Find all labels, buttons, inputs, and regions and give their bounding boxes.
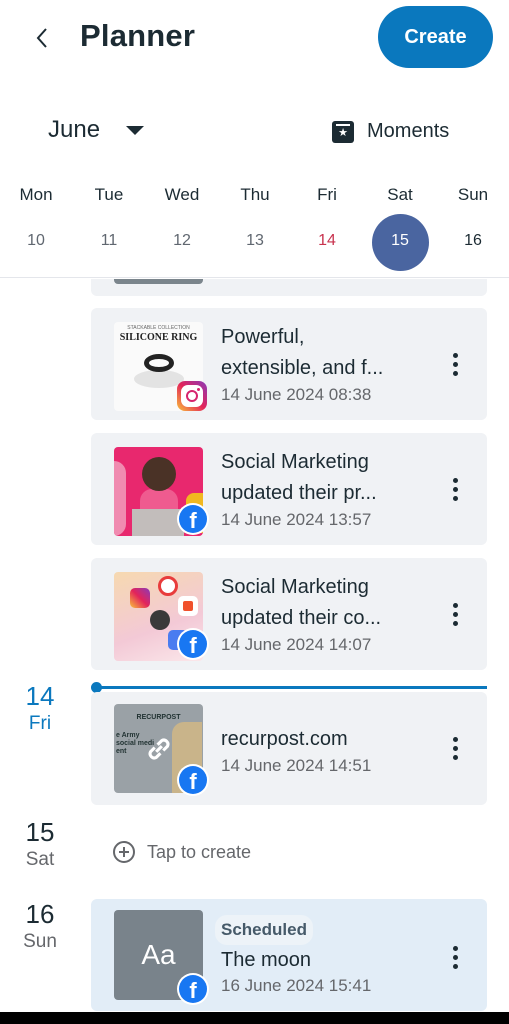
post-text: Social Marketing updated their pr... 14 … (221, 447, 421, 531)
post-date: 16 June 2024 15:41 (221, 976, 372, 995)
month-row: June ★ Moments (0, 108, 509, 158)
day-name: Mon (19, 185, 53, 204)
facebook-icon: f (179, 975, 207, 1003)
post-text: Powerful, extensible, and f... 14 June 2… (221, 322, 421, 406)
day-name: Thu (240, 185, 270, 204)
post-title-line1: Social Marketing (221, 576, 369, 598)
day-mon[interactable]: Mon 10 (0, 180, 72, 278)
moments-button[interactable]: ★ Moments (332, 120, 449, 143)
thumbnail-logo-text: RECURPOST (136, 714, 181, 721)
system-navigation-bar (0, 1012, 509, 1024)
post-text: Social Marketing updated their co... 14 … (221, 572, 421, 656)
facebook-icon: f (179, 505, 207, 533)
post-text: Scheduled The moon 16 June 2024 15:41 (215, 915, 421, 997)
plus-circle-icon (113, 841, 135, 863)
day-name: Sat (387, 185, 413, 204)
day-fri[interactable]: Fri 14 (291, 180, 363, 278)
post-date: 14 June 2024 14:51 (221, 756, 372, 775)
week-strip: Mon 10 Tue 11 Wed 12 Thu 13 Fri 14 Sat 1… (0, 180, 509, 278)
post-card[interactable]: RECURPOST e Army social medi ent f recur… (91, 692, 487, 805)
date-number: 15 (25, 817, 55, 847)
post-text: recurpost.com 14 June 2024 14:51 (221, 724, 421, 777)
facebook-badge: f (177, 764, 209, 796)
page-title: Planner (80, 18, 196, 53)
caret-down-icon (126, 125, 145, 135)
app-header: Planner Create (0, 0, 509, 80)
tap-to-create-button[interactable]: Tap to create (113, 841, 251, 863)
thumbnail-brand-text: STACKABLE COLLECTION (127, 325, 190, 331)
post-card[interactable]: STACKABLE COLLECTION SILICONE RING Power… (91, 308, 487, 420)
day-number-today: 14 (318, 232, 336, 249)
chevron-left-icon (36, 28, 47, 48)
post-title-line2: extensible, and f... (221, 357, 384, 379)
day-number: 10 (27, 232, 45, 249)
facebook-icon: f (179, 630, 207, 658)
tap-to-create-label: Tap to create (147, 841, 252, 862)
scheduled-post-card[interactable]: Aa f Scheduled The moon 16 June 2024 15:… (91, 899, 487, 1011)
link-icon (148, 738, 170, 760)
day-thu[interactable]: Thu 13 (219, 180, 291, 278)
thumbnail-ring (144, 354, 174, 372)
moments-label: Moments (367, 120, 450, 142)
date-label-14: 14 Fri (0, 680, 80, 736)
post-thumbnail (114, 279, 203, 284)
day-number: 16 (464, 232, 482, 249)
thumbnail-product-text: SILICONE RING (119, 332, 198, 343)
facebook-badge: f (177, 973, 209, 1005)
day-number: 12 (173, 232, 191, 249)
post-title-line2: updated their pr... (221, 482, 377, 504)
day-name: Wed (164, 185, 200, 204)
day-sun[interactable]: Sun 16 (437, 180, 509, 278)
day-number: 13 (246, 232, 264, 249)
back-button[interactable] (28, 22, 56, 54)
date-number: 14 (25, 681, 55, 711)
day-sat[interactable]: Sat 15 (364, 180, 436, 278)
instagram-icon (177, 381, 207, 411)
month-dropdown[interactable]: June (48, 116, 145, 144)
month-label: June (48, 116, 101, 143)
day-number-selected: 15 (391, 232, 409, 249)
post-card-clipped[interactable]: f (91, 279, 487, 296)
day-number: 11 (100, 232, 118, 249)
create-button[interactable]: Create (378, 6, 493, 68)
more-options-button[interactable] (445, 596, 465, 632)
post-card[interactable]: f Social Marketing updated their pr... 1… (91, 433, 487, 545)
day-name: Fri (317, 185, 337, 204)
more-options-button[interactable] (445, 346, 465, 382)
post-card[interactable]: f Social Marketing updated their co... 1… (91, 558, 487, 670)
date-weekday: Sat (25, 849, 55, 870)
post-date: 14 June 2024 13:57 (221, 510, 372, 529)
post-title-line1: Powerful, (221, 326, 305, 348)
post-title-line2: updated their co... (221, 607, 382, 629)
more-options-button[interactable] (445, 730, 465, 766)
more-options-button[interactable] (445, 471, 465, 507)
post-date: 14 June 2024 14:07 (221, 635, 372, 654)
day-wed[interactable]: Wed 12 (146, 180, 218, 278)
day-name: Sun (457, 185, 489, 204)
day-tue[interactable]: Tue 11 (73, 180, 145, 278)
date-label-15: 15 Sat (0, 816, 80, 872)
facebook-badge: f (177, 503, 209, 535)
date-label-16: 16 Sun (0, 898, 80, 954)
post-title: recurpost.com (221, 728, 348, 750)
facebook-icon: f (179, 766, 207, 794)
day-name: Tue (94, 185, 124, 204)
current-time-line (96, 686, 487, 689)
planner-feed[interactable]: f STACKABLE COLLECTION SILICONE RING Pow… (0, 279, 509, 1012)
more-options-button[interactable] (445, 939, 465, 975)
bookmark-star-icon: ★ (332, 120, 354, 143)
status-badge: Scheduled (215, 915, 313, 945)
post-title: The moon (221, 949, 312, 971)
date-weekday: Sun (23, 931, 57, 952)
post-date: 14 June 2024 08:38 (221, 385, 372, 404)
facebook-badge: f (177, 628, 209, 660)
date-weekday: Fri (28, 713, 52, 734)
date-number: 16 (25, 899, 55, 929)
post-title-line1: Social Marketing (221, 451, 369, 473)
